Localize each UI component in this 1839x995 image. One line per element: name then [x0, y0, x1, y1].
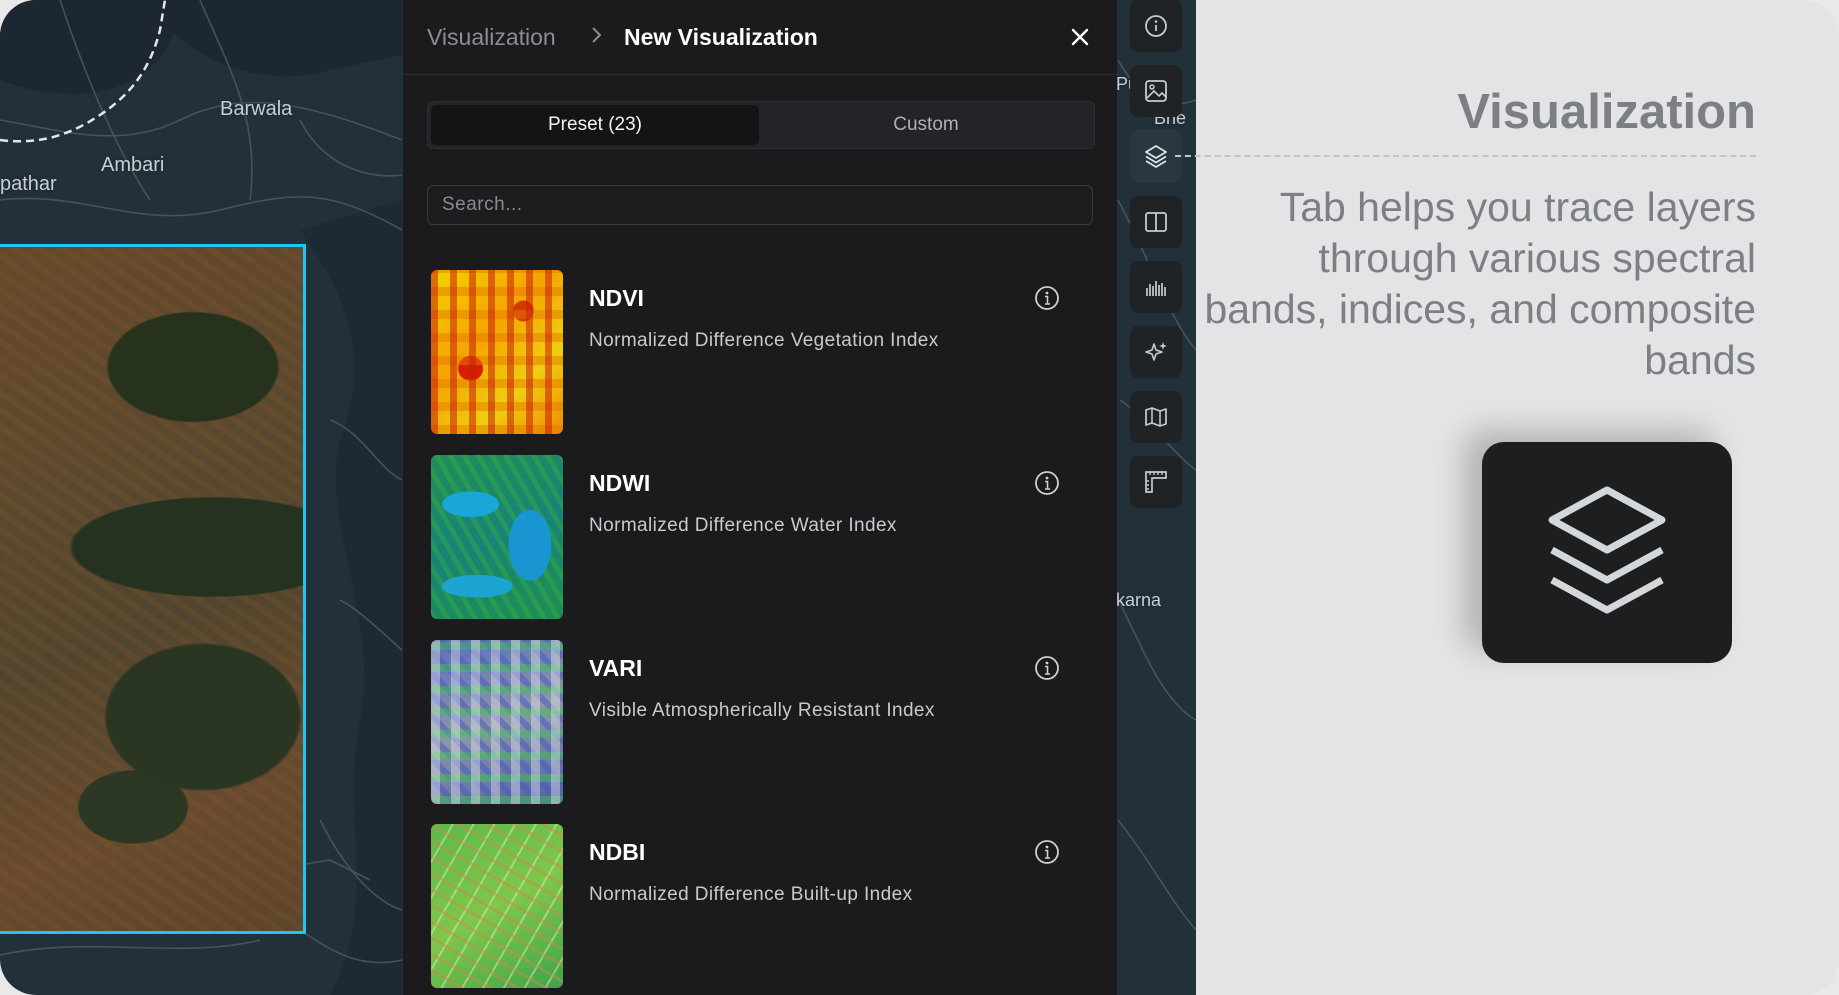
sparkle-icon[interactable] [1130, 326, 1182, 378]
info-icon[interactable] [1034, 655, 1060, 681]
tab-custom[interactable]: Custom [761, 105, 1091, 145]
item-title: NDVI [589, 285, 644, 311]
item-title: NDBI [589, 839, 646, 865]
breadcrumb-new-visualization: New Visualization [624, 24, 818, 50]
feature-icon-card [1482, 442, 1732, 663]
map-icon[interactable] [1130, 391, 1182, 443]
image-icon[interactable] [1130, 65, 1182, 117]
item-description: Normalized Difference Vegetation Index [589, 330, 939, 351]
screen: Barwala Ambari pathar Bhe karna Pu Visua… [0, 0, 1839, 995]
list-item-vari[interactable]: VARI Visible Atmospherically Resistant I… [431, 640, 1071, 804]
ndbi-thumbnail [431, 824, 563, 988]
panel-header: Visualization New Visualization [403, 0, 1117, 75]
vari-thumbnail [431, 640, 563, 804]
info-icon[interactable] [1034, 470, 1060, 496]
tab-preset[interactable]: Preset (23) [431, 105, 759, 145]
item-description: Visible Atmospherically Resistant Index [589, 700, 935, 721]
breadcrumb-chevron-icon [591, 26, 603, 49]
feature-description: Tab helps you trace layers through vario… [1204, 184, 1756, 383]
ndvi-thumbnail [431, 270, 563, 434]
breadcrumb-visualization[interactable]: Visualization [427, 24, 556, 51]
item-title: VARI [589, 655, 643, 681]
search-input[interactable] [427, 185, 1093, 225]
map-label-barwala: Barwala [220, 98, 293, 120]
list-item-ndbi[interactable]: NDBI Normalized Difference Built-up Inde… [431, 824, 1071, 988]
area-of-interest-image[interactable] [0, 244, 306, 934]
split-view-icon[interactable] [1130, 196, 1182, 248]
visualization-panel: Visualization New Visualization Preset (… [402, 0, 1117, 995]
item-description: Normalized Difference Water Index [589, 515, 897, 536]
info-icon[interactable] [1034, 285, 1060, 311]
item-title: NDWI [589, 470, 651, 496]
map-label-ambari: Ambari [101, 154, 165, 176]
dashed-connector [1175, 155, 1756, 157]
histogram-icon[interactable] [1130, 261, 1182, 313]
preset-custom-tabs: Preset (23) Custom [427, 101, 1095, 149]
layers-icon [1548, 486, 1666, 613]
close-icon[interactable] [1065, 22, 1095, 52]
feature-title: Visualization [1457, 85, 1756, 139]
ndwi-thumbnail [431, 455, 563, 619]
list-item-ndwi[interactable]: NDWI Normalized Difference Water Index [431, 455, 1071, 619]
list-item-ndvi[interactable]: NDVI Normalized Difference Vegetation In… [431, 270, 1071, 434]
map-label-karna: karna [1116, 590, 1162, 610]
info-icon[interactable] [1130, 0, 1182, 52]
map-label-pathar: pathar [0, 173, 57, 195]
info-icon[interactable] [1034, 839, 1060, 865]
ruler-icon[interactable] [1130, 456, 1182, 508]
item-description: Normalized Difference Built-up Index [589, 884, 913, 905]
